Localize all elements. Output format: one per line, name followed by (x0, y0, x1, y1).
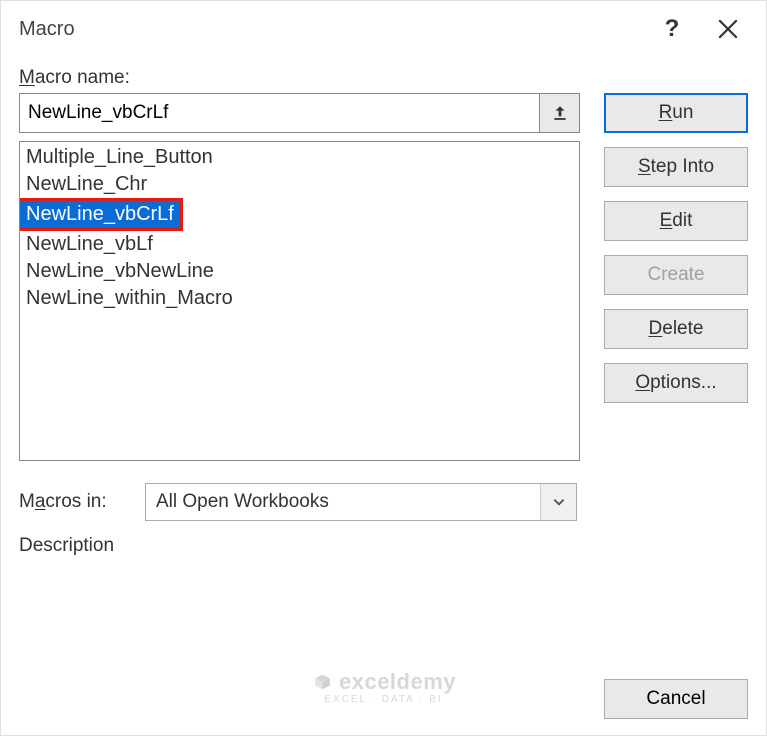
macro-name-label: Macro name: (19, 67, 748, 89)
run-button[interactable]: Run (604, 93, 748, 133)
delete-button[interactable]: Delete (604, 309, 748, 349)
dialog-title: Macro (19, 18, 644, 41)
upload-icon (551, 104, 569, 122)
title-bar: Macro ? (1, 1, 766, 57)
macros-in-value: All Open Workbooks (146, 491, 540, 513)
step-into-button[interactable]: Step Into (604, 147, 748, 187)
macro-name-input[interactable] (19, 93, 540, 133)
description-label: Description (19, 535, 748, 557)
list-item[interactable]: Multiple_Line_Button (20, 144, 579, 171)
combo-dropdown-button[interactable] (540, 484, 576, 520)
close-icon (718, 19, 738, 39)
list-item-selected[interactable]: NewLine_vbCrLf (20, 201, 180, 228)
list-item[interactable]: NewLine_vbLf (20, 231, 579, 258)
macros-in-label: Macros in: (19, 491, 135, 513)
list-item[interactable]: NewLine_within_Macro (20, 285, 579, 312)
macro-list[interactable]: Multiple_Line_Button NewLine_Chr NewLine… (19, 141, 580, 461)
options-button[interactable]: Options... (604, 363, 748, 403)
macro-record-button[interactable] (540, 93, 580, 133)
cancel-button[interactable]: Cancel (604, 679, 748, 719)
chevron-down-icon (552, 495, 566, 509)
close-button[interactable] (700, 1, 756, 57)
edit-button[interactable]: Edit (604, 201, 748, 241)
list-item[interactable]: NewLine_vbNewLine (20, 258, 579, 285)
list-item[interactable]: NewLine_Chr (20, 171, 579, 198)
selected-highlight: NewLine_vbCrLf (19, 198, 183, 231)
logo-icon (311, 671, 333, 693)
watermark: exceldemy EXCEL · DATA · BI (311, 670, 456, 705)
create-button: Create (604, 255, 748, 295)
help-button[interactable]: ? (644, 1, 700, 57)
macros-in-combobox[interactable]: All Open Workbooks (145, 483, 577, 521)
